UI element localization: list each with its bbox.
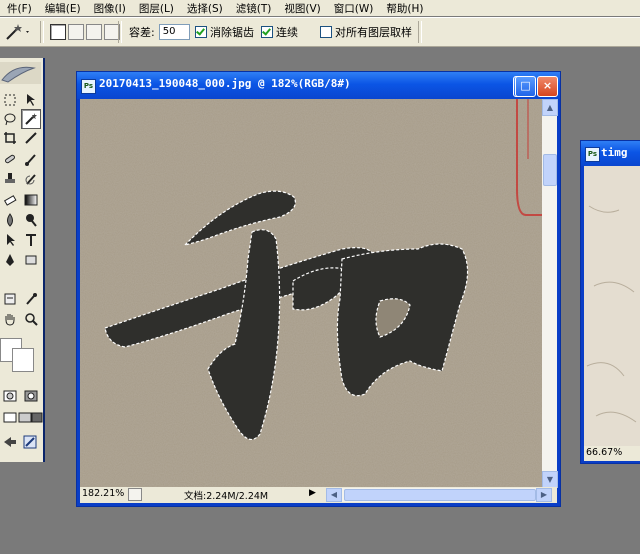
second-document-window[interactable]: Ps timg 66.67%	[580, 140, 640, 464]
new-selection-button[interactable]	[50, 24, 66, 40]
menu-view[interactable]: 视图(V)	[277, 1, 326, 16]
tolerance-label: 容差:	[129, 26, 155, 39]
sample-all-layers-label: 对所有图层取样	[335, 26, 412, 39]
checkbox-checked-icon	[195, 26, 207, 38]
scroll-up-icon[interactable]: ▲	[542, 99, 558, 116]
second-window-status-bar: 66.67%	[584, 446, 640, 461]
zoom-level[interactable]: 182.21%	[82, 488, 124, 499]
menu-window[interactable]: 窗口(W)	[327, 1, 380, 16]
scroll-left-icon[interactable]: ◀	[326, 488, 342, 502]
document-size-info: 文档:2.24M/2.24M	[184, 491, 269, 502]
vertical-scrollbar[interactable]: ▲ ▼	[542, 99, 558, 488]
slice-tool-icon[interactable]	[22, 129, 40, 147]
crop-tool-icon[interactable]	[1, 129, 19, 147]
menu-layer[interactable]: 图层(L)	[132, 1, 180, 16]
blur-tool-icon[interactable]	[1, 211, 19, 229]
tolerance-input[interactable]: 50	[158, 24, 190, 40]
status-menu-icon[interactable]	[128, 488, 142, 501]
zoom-tool-icon[interactable]	[22, 310, 40, 328]
tool-options-bar: 容差: 50 消除锯齿 连续 对所有图层取样	[0, 17, 640, 47]
standard-mode-icon[interactable]	[1, 387, 19, 405]
path-selection-icon[interactable]	[1, 231, 19, 249]
image-canvas[interactable]	[80, 99, 542, 487]
brush-tool-icon[interactable]	[22, 150, 40, 168]
notes-tool-icon[interactable]	[1, 290, 19, 308]
contiguous-label: 连续	[276, 26, 298, 39]
menu-select[interactable]: 选择(S)	[180, 1, 229, 16]
sample-all-layers-checkbox[interactable]: 对所有图层取样	[320, 18, 412, 46]
magic-wand-tool-icon[interactable]	[21, 109, 41, 129]
history-brush-icon[interactable]	[22, 170, 40, 188]
clone-stamp-icon[interactable]	[1, 170, 19, 188]
healing-brush-icon[interactable]	[1, 150, 19, 168]
status-arrow-icon[interactable]: ▶	[309, 488, 316, 498]
scroll-down-icon[interactable]: ▼	[542, 471, 558, 488]
eyedropper-tool-icon[interactable]	[22, 290, 40, 308]
calligraphy-image	[80, 99, 542, 487]
menu-filter[interactable]: 滤镜(T)	[229, 1, 278, 16]
subtract-from-selection-button[interactable]	[86, 24, 102, 40]
lasso-tool-icon[interactable]	[1, 110, 19, 128]
pen-tool-icon[interactable]	[1, 251, 19, 269]
gradient-tool-icon[interactable]	[22, 191, 40, 209]
maximize-button[interactable]: □	[515, 76, 536, 97]
second-window-zoom[interactable]: 66.67%	[586, 447, 622, 458]
menu-help[interactable]: 帮助(H)	[379, 1, 429, 16]
separator	[40, 21, 44, 43]
checkbox-unchecked-icon	[320, 26, 332, 38]
separator	[418, 21, 422, 43]
imageready-icon[interactable]	[21, 433, 39, 451]
tool-preset-picker[interactable]	[4, 18, 32, 46]
horizontal-scrollbar[interactable]: ◀ ▶	[326, 488, 552, 502]
document-status-bar: 182.21% 文档:2.24M/2.24M ▶ ◀ ▶	[80, 487, 557, 503]
separator	[118, 21, 122, 43]
anti-alias-label: 消除锯齿	[210, 26, 254, 39]
marquee-tool-icon[interactable]	[1, 91, 19, 109]
rectangle-tool-icon[interactable]	[22, 251, 40, 269]
close-button[interactable]: ×	[537, 76, 558, 97]
jump-to-imageready-icon[interactable]	[1, 433, 19, 451]
vertical-scroll-thumb[interactable]	[543, 154, 557, 186]
contiguous-checkbox[interactable]: 连续	[261, 18, 298, 46]
hand-tool-icon[interactable]	[1, 310, 19, 328]
document-window: Ps 20170413_190048_000.jpg @ 182%(RGB/8#…	[76, 71, 561, 507]
type-tool-icon[interactable]	[22, 231, 40, 249]
move-tool-icon[interactable]	[22, 91, 40, 109]
eraser-tool-icon[interactable]	[1, 191, 19, 209]
second-window-title: timg	[601, 146, 628, 159]
toolbox	[0, 58, 45, 462]
add-to-selection-button[interactable]	[68, 24, 84, 40]
horizontal-scroll-thumb[interactable]	[344, 489, 536, 501]
menu-file[interactable]: 件(F)	[0, 1, 38, 16]
magic-wand-icon	[6, 24, 29, 40]
feather-icon	[1, 66, 36, 83]
quick-mask-icon[interactable]	[22, 387, 40, 405]
document-title: 20170413_190048_000.jpg @ 182%(RGB/8#)	[99, 77, 351, 90]
photoshop-doc-icon: Ps	[81, 79, 96, 94]
dodge-tool-icon[interactable]	[22, 211, 40, 229]
menu-edit[interactable]: 编辑(E)	[38, 1, 87, 16]
menu-image[interactable]: 图像(I)	[87, 1, 132, 16]
full-screen-icon[interactable]	[28, 408, 46, 426]
photoshop-doc-icon: Ps	[585, 147, 600, 162]
checkbox-checked-icon	[261, 26, 273, 38]
document-title-bar[interactable]: Ps 20170413_190048_000.jpg @ 182%(RGB/8#…	[77, 72, 560, 99]
menu-bar: 件(F) 编辑(E) 图像(I) 图层(L) 选择(S) 滤镜(T) 视图(V)…	[0, 0, 640, 16]
toolbox-header	[0, 62, 41, 84]
paper-texture-image	[584, 166, 640, 446]
second-image-canvas[interactable]	[584, 166, 640, 446]
second-window-title-bar[interactable]: Ps timg	[581, 141, 640, 166]
scroll-right-icon[interactable]: ▶	[536, 488, 552, 502]
anti-alias-checkbox[interactable]: 消除锯齿	[195, 18, 254, 46]
background-color-swatch[interactable]	[12, 348, 34, 372]
